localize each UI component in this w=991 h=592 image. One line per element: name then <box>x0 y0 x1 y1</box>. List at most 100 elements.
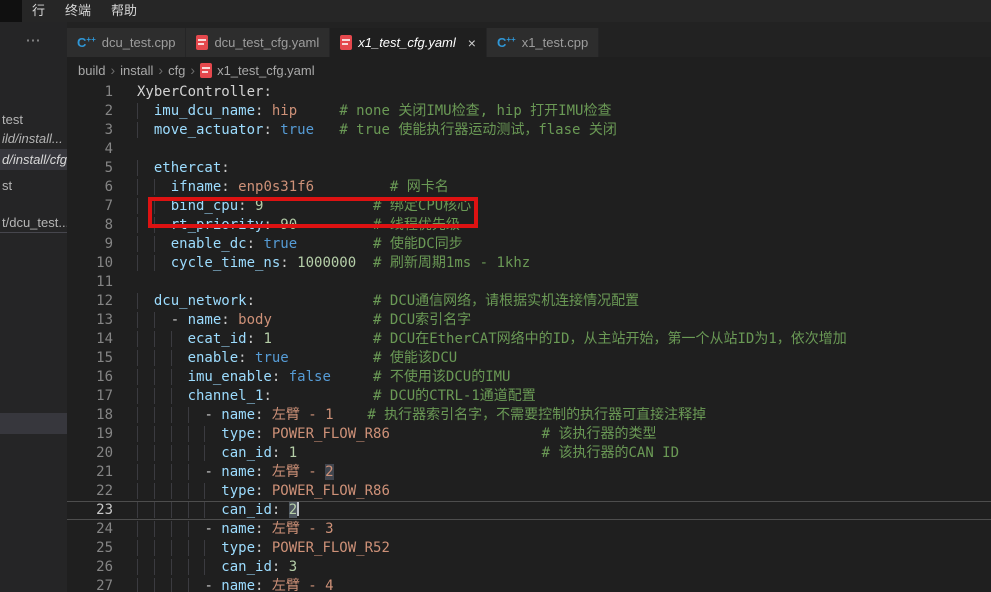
sidebar-row[interactable]: test <box>0 109 67 130</box>
code-text: enable_dc: true # 使能DC同步 <box>113 235 991 254</box>
code-text: - name: 左臂 - 1 # 执行器索引名字，不需要控制的执行器可直接注释掉 <box>113 406 991 425</box>
code-line[interactable]: 12 dcu_network: # DCU通信网络，请根据实机连接情况配置 <box>67 292 991 311</box>
line-number: 17 <box>67 387 113 406</box>
code-line[interactable]: 24 - name: 左臂 - 3 <box>67 520 991 539</box>
code-text: channel_1: # DCU的CTRL-1通道配置 <box>113 387 991 406</box>
line-number: 10 <box>67 254 113 273</box>
line-number: 3 <box>67 121 113 140</box>
line-number: 27 <box>67 577 113 592</box>
sidebar: testild/install...d/install/cfg st t/dcu_t… <box>0 57 67 592</box>
vscode-window: 行 终端 帮助 ⋯ C++ dcu_test.cpp dcu_test_cfg.ya… <box>0 0 991 592</box>
code-line[interactable]: 11 <box>67 273 991 292</box>
code-text: dcu_network: # DCU通信网络，请根据实机连接情况配置 <box>113 292 991 311</box>
code-line[interactable]: 26 can_id: 3 <box>67 558 991 577</box>
title-bar: 行 终端 帮助 <box>0 0 991 22</box>
code-text: can_id: 3 <box>113 558 991 577</box>
sidebar-row[interactable]: st <box>0 175 67 196</box>
sidebar-row[interactable]: ild/install... <box>0 128 67 149</box>
code-line[interactable]: 6 ifname: enp0s31f6 # 网卡名 <box>67 178 991 197</box>
code-area[interactable]: 1XyberController:2 imu_dcu_name: hip # n… <box>67 83 991 592</box>
menu-item-run[interactable]: 行 <box>22 0 55 22</box>
tab-bar: ⋯ C++dcu_test.cppdcu_test_cfg.yamlx1_tes… <box>0 22 991 57</box>
code-text: can_id: 2 <box>113 502 991 519</box>
code-line[interactable]: 21 - name: 左臂 - 2 <box>67 463 991 482</box>
editor-pane[interactable]: build › install › cfg › x1_test_cfg.yaml… <box>67 57 991 592</box>
code-line[interactable]: 23 can_id: 2 <box>67 501 991 520</box>
code-text: move_actuator: true # true 使能执行器运动测试，fla… <box>113 121 991 140</box>
code-text <box>113 273 991 292</box>
code-line[interactable]: 16 imu_enable: false # 不使用该DCU的IMU <box>67 368 991 387</box>
tab-x1_test_cfg.yaml[interactable]: x1_test_cfg.yaml × <box>330 28 487 57</box>
code-text: - name: 左臂 - 3 <box>113 520 991 539</box>
breadcrumb-item[interactable]: build <box>78 63 105 78</box>
line-number: 2 <box>67 102 113 121</box>
code-text: - name: body # DCU索引名字 <box>113 311 991 330</box>
code-text: type: POWER_FLOW_R52 <box>113 539 991 558</box>
code-line[interactable]: 27 - name: 左臂 - 4 <box>67 577 991 592</box>
code-line[interactable]: 7 bind_cpu: 9 # 绑定CPU核心 <box>67 197 991 216</box>
line-number: 18 <box>67 406 113 425</box>
code-line[interactable]: 18 - name: 左臂 - 1 # 执行器索引名字，不需要控制的执行器可直接… <box>67 406 991 425</box>
line-number: 12 <box>67 292 113 311</box>
code-line[interactable]: 4 <box>67 140 991 159</box>
line-number: 20 <box>67 444 113 463</box>
cpp-file-icon: C++ <box>497 35 516 50</box>
line-number: 6 <box>67 178 113 197</box>
menu-item-terminal[interactable]: 终端 <box>55 0 101 22</box>
code-line[interactable]: 8 rt_priority: 90 # 线程优先级 <box>67 216 991 235</box>
code-line[interactable]: 25 type: POWER_FLOW_R52 <box>67 539 991 558</box>
line-number: 24 <box>67 520 113 539</box>
code-line[interactable]: 22 type: POWER_FLOW_R86 <box>67 482 991 501</box>
sidebar-header: ⋯ <box>0 22 67 57</box>
line-number: 7 <box>67 197 113 216</box>
line-number: 22 <box>67 482 113 501</box>
tab-label: x1_test_cfg.yaml <box>358 35 456 50</box>
line-number: 11 <box>67 273 113 292</box>
code-line[interactable]: 17 channel_1: # DCU的CTRL-1通道配置 <box>67 387 991 406</box>
sidebar-row[interactable] <box>0 413 67 434</box>
code-text: enable: true # 使能该DCU <box>113 349 991 368</box>
line-number: 1 <box>67 83 113 102</box>
sidebar-row[interactable]: d/install/cfg <box>0 149 67 170</box>
code-line[interactable]: 9 enable_dc: true # 使能DC同步 <box>67 235 991 254</box>
text-cursor <box>297 502 299 516</box>
code-line[interactable]: 2 imu_dcu_name: hip # none 关闭IMU检查, hip … <box>67 102 991 121</box>
breadcrumb-item[interactable]: install <box>120 63 153 78</box>
line-number: 23 <box>67 502 113 519</box>
code-line[interactable]: 5 ethercat: <box>67 159 991 178</box>
breadcrumb-item[interactable]: cfg <box>168 63 185 78</box>
line-number: 21 <box>67 463 113 482</box>
breadcrumb: build › install › cfg › x1_test_cfg.yaml <box>67 57 991 83</box>
code-line[interactable]: 10 cycle_time_ns: 1000000 # 刷新周期1ms - 1k… <box>67 254 991 273</box>
code-text: bind_cpu: 9 # 绑定CPU核心 <box>113 197 991 216</box>
code-line[interactable]: 20 can_id: 1 # 该执行器的CAN ID <box>67 444 991 463</box>
close-icon[interactable]: × <box>468 35 476 51</box>
code-line[interactable]: 1XyberController: <box>67 83 991 102</box>
code-line[interactable]: 13 - name: body # DCU索引名字 <box>67 311 991 330</box>
yaml-file-icon <box>340 35 352 50</box>
line-number: 13 <box>67 311 113 330</box>
tab-x1_test.cpp[interactable]: C++ x1_test.cpp <box>487 28 599 57</box>
tab-dcu_test.cpp[interactable]: C++ dcu_test.cpp <box>67 28 186 57</box>
breadcrumb-file[interactable]: x1_test_cfg.yaml <box>217 63 315 78</box>
yaml-file-icon <box>200 63 212 78</box>
line-number: 16 <box>67 368 113 387</box>
code-line[interactable]: 19 type: POWER_FLOW_R86 # 该执行器的类型 <box>67 425 991 444</box>
line-number: 25 <box>67 539 113 558</box>
code-line[interactable]: 15 enable: true # 使能该DCU <box>67 349 991 368</box>
sidebar-row[interactable]: t/dcu_test... <box>0 212 67 233</box>
cpp-file-icon: C++ <box>77 35 96 50</box>
tab-label: dcu_test.cpp <box>102 35 176 50</box>
line-number: 14 <box>67 330 113 349</box>
chevron-right-icon: › <box>110 62 115 78</box>
line-number: 15 <box>67 349 113 368</box>
code-text: - name: 左臂 - 2 <box>113 463 991 482</box>
line-number: 26 <box>67 558 113 577</box>
tab-dcu_test_cfg.yaml[interactable]: dcu_test_cfg.yaml <box>186 28 330 57</box>
code-line[interactable]: 14 ecat_id: 1 # DCU在EtherCAT网络中的ID，从主站开始… <box>67 330 991 349</box>
code-text <box>113 140 991 159</box>
code-line[interactable]: 3 move_actuator: true # true 使能执行器运动测试，f… <box>67 121 991 140</box>
menu-item-help[interactable]: 帮助 <box>101 0 147 22</box>
tab-label: x1_test.cpp <box>522 35 589 50</box>
ellipsis-icon[interactable]: ⋯ <box>26 31 42 49</box>
